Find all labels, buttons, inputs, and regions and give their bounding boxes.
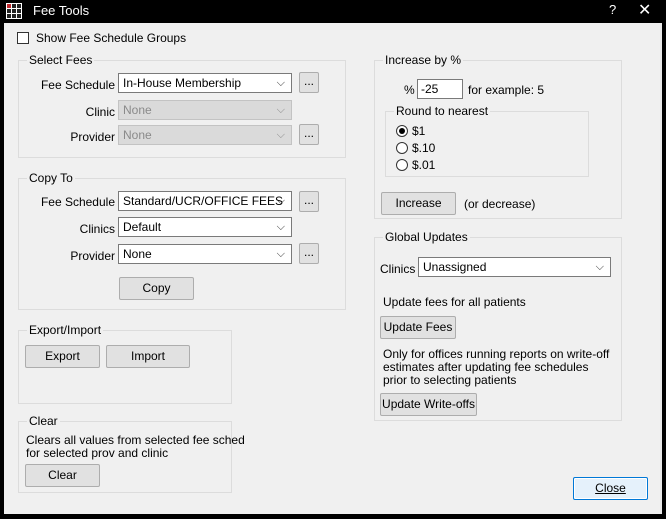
writeoff-desc-line2: estimates after updating fee schedules bbox=[383, 360, 589, 374]
copy-provider-ellipsis-button[interactable]: ... bbox=[299, 243, 319, 264]
global-clinics-label: Clinics bbox=[380, 262, 416, 276]
chevron-down-icon: ⌵ bbox=[276, 248, 285, 260]
increase-group: Increase by % % -25 for example: 5 Round… bbox=[374, 53, 622, 219]
global-updates-group: Global Updates Clinics Unassigned ⌵ Updat… bbox=[374, 230, 622, 421]
round-10-radio[interactable] bbox=[396, 142, 408, 154]
global-updates-title: Global Updates bbox=[383, 230, 470, 244]
fee-schedule-label: Fee Schedule bbox=[40, 78, 115, 92]
update-writeoffs-button[interactable]: Update Write-offs bbox=[380, 393, 477, 416]
round-1-radio[interactable] bbox=[396, 125, 408, 137]
clear-desc-line2: for selected prov and clinic bbox=[26, 446, 169, 460]
help-icon[interactable]: ? bbox=[609, 2, 616, 17]
export-import-group: Export/Import Export Import bbox=[18, 323, 232, 404]
update-fees-button[interactable]: Update Fees bbox=[380, 316, 456, 339]
window-title: Fee Tools bbox=[33, 3, 90, 18]
window-right-border bbox=[660, 23, 662, 514]
chevron-down-icon: ⌵ bbox=[595, 261, 604, 273]
clinic-label: Clinic bbox=[85, 105, 115, 119]
round-01-label: $.01 bbox=[412, 158, 436, 172]
chevron-down-icon: ⌵ bbox=[276, 77, 285, 89]
copy-to-group: Copy To Fee Schedule Standard/UCR/OFFICE… bbox=[18, 171, 346, 310]
chevron-down-icon: ⌵ bbox=[276, 104, 285, 116]
copy-clinics-label: Clinics bbox=[79, 222, 115, 236]
clear-group: Clear Clears all values from selected fe… bbox=[18, 414, 245, 493]
app-grid-icon bbox=[6, 3, 22, 19]
title-bar: Fee Tools ? ✕ bbox=[0, 0, 666, 22]
or-decrease-label: (or decrease) bbox=[464, 197, 536, 211]
increase-button[interactable]: Increase bbox=[381, 192, 456, 215]
provider-label: Provider bbox=[70, 130, 115, 144]
copy-provider-label: Provider bbox=[70, 249, 115, 263]
client-area: Show Fee Schedule Groups Select Fees Fee… bbox=[4, 23, 662, 514]
round-01-radio[interactable] bbox=[396, 159, 408, 171]
percent-input[interactable]: -25 bbox=[417, 79, 463, 99]
copy-fee-schedule-ellipsis-button[interactable]: ... bbox=[299, 191, 319, 212]
close-icon[interactable]: ✕ bbox=[638, 0, 651, 20]
clear-title: Clear bbox=[27, 414, 60, 428]
clear-desc-line1: Clears all values from selected fee sche… bbox=[26, 433, 245, 447]
close-button[interactable]: Close bbox=[573, 477, 648, 500]
select-provider-combo[interactable]: None ⌵ bbox=[118, 125, 292, 145]
select-provider-ellipsis-button[interactable]: ... bbox=[299, 124, 319, 145]
select-clinic-combo[interactable]: None ⌵ bbox=[118, 100, 292, 120]
import-button[interactable]: Import bbox=[106, 345, 190, 368]
chevron-down-icon: ⌵ bbox=[276, 195, 285, 207]
chevron-down-icon: ⌵ bbox=[276, 129, 285, 141]
writeoff-desc-line1: Only for offices running reports on writ… bbox=[383, 347, 610, 361]
copy-fee-schedule-label: Fee Schedule bbox=[40, 195, 115, 209]
copy-clinics-combo[interactable]: Default ⌵ bbox=[118, 217, 292, 237]
copy-button[interactable]: Copy bbox=[119, 277, 194, 300]
round-group: Round to nearest $1 $.10 $.01 bbox=[385, 104, 589, 177]
show-groups-label: Show Fee Schedule Groups bbox=[36, 31, 187, 45]
chevron-down-icon: ⌵ bbox=[276, 221, 285, 233]
round-10-label: $.10 bbox=[412, 141, 436, 155]
select-fees-group: Select Fees Fee Schedule In-House Member… bbox=[18, 53, 346, 158]
clear-button[interactable]: Clear bbox=[25, 464, 100, 487]
round-title: Round to nearest bbox=[394, 104, 491, 118]
increase-title: Increase by % bbox=[383, 53, 464, 67]
round-1-label: $1 bbox=[412, 124, 426, 138]
export-button[interactable]: Export bbox=[25, 345, 100, 368]
global-clinics-combo[interactable]: Unassigned ⌵ bbox=[418, 257, 611, 277]
writeoff-desc-line3: prior to selecting patients bbox=[383, 373, 517, 387]
percent-label: % bbox=[404, 83, 415, 97]
copy-to-title: Copy To bbox=[27, 171, 75, 185]
show-groups-checkbox[interactable] bbox=[17, 32, 29, 44]
select-fee-schedule-combo[interactable]: In-House Membership ⌵ bbox=[118, 73, 292, 93]
fee-tools-window: Fee Tools ? ✕ Show Fee Schedule Groups S… bbox=[0, 0, 666, 519]
example-label: for example: 5 bbox=[468, 83, 545, 97]
export-import-title: Export/Import bbox=[27, 323, 104, 337]
select-fee-schedule-ellipsis-button[interactable]: ... bbox=[299, 72, 319, 93]
select-fees-title: Select Fees bbox=[27, 53, 95, 67]
update-fees-desc: Update fees for all patients bbox=[383, 295, 526, 309]
copy-provider-combo[interactable]: None ⌵ bbox=[118, 244, 292, 264]
copy-fee-schedule-combo[interactable]: Standard/UCR/OFFICE FEES ⌵ bbox=[118, 191, 292, 211]
